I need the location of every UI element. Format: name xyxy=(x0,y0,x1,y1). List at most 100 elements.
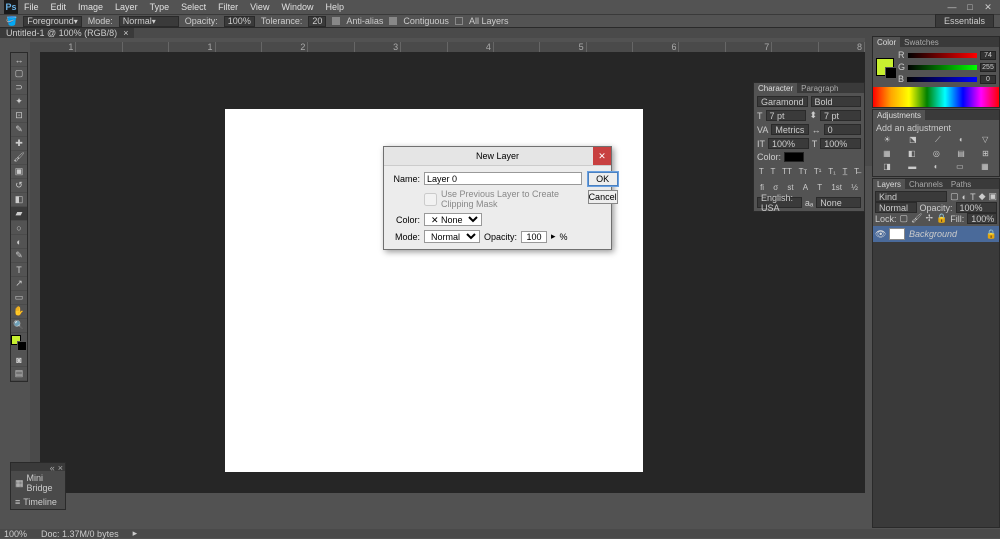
adj-map-icon[interactable]: ▭ xyxy=(956,162,964,171)
timeline-tab[interactable]: ≡Timeline xyxy=(11,495,65,509)
italic-icon[interactable]: T xyxy=(770,167,775,176)
bucket-icon[interactable]: 🪣 xyxy=(6,16,17,27)
color-swatches[interactable] xyxy=(11,335,27,351)
lock-pixels-icon[interactable]: 🖌 xyxy=(911,213,922,224)
tracking-dropdown[interactable]: 0 xyxy=(824,124,861,135)
sub-icon[interactable]: T₁ xyxy=(828,167,836,176)
adj-invert-icon[interactable]: ◨ xyxy=(883,162,891,171)
adj-brightness-icon[interactable]: ☀ xyxy=(884,135,891,145)
zoom-level[interactable]: 100% xyxy=(4,529,27,539)
layer-opacity-input[interactable] xyxy=(521,231,547,243)
move-tool[interactable]: ↔ xyxy=(11,53,27,67)
menu-filter[interactable]: Filter xyxy=(218,2,238,12)
screenmode-tool[interactable]: ▤ xyxy=(11,367,27,381)
panel-collapse-icon[interactable]: « xyxy=(50,463,55,471)
cancel-button[interactable]: Cancel xyxy=(588,190,618,204)
filter-smart-icon[interactable]: ▣ xyxy=(988,191,997,202)
brush-tool[interactable]: 🖌 xyxy=(11,151,27,165)
pen-tool[interactable]: ✎ xyxy=(11,249,27,263)
bold-icon[interactable]: T xyxy=(759,167,764,176)
tab-paragraph[interactable]: Paragraph xyxy=(797,83,842,93)
filter-type-icon[interactable]: T xyxy=(970,192,976,202)
adj-poster-icon[interactable]: ▬ xyxy=(908,162,916,171)
filter-img-icon[interactable]: ▢ xyxy=(950,191,959,202)
super-icon[interactable]: T¹ xyxy=(814,167,822,176)
adj-vibrance-icon[interactable]: ▽ xyxy=(982,135,988,145)
type-tool[interactable]: T xyxy=(11,263,27,277)
bg-swatch[interactable] xyxy=(885,67,897,79)
mini-bridge-tab[interactable]: ▦Mini Bridge xyxy=(11,471,65,495)
hand-tool[interactable]: ✋ xyxy=(11,305,27,319)
ok-button[interactable]: OK xyxy=(588,172,618,186)
fill-source-dropdown[interactable]: Foreground ▾ xyxy=(23,16,82,27)
shape-tool[interactable]: ▭ xyxy=(11,291,27,305)
g-value[interactable]: 255 xyxy=(980,63,996,72)
history-brush-tool[interactable]: ↺ xyxy=(11,179,27,193)
aa-dropdown[interactable]: None xyxy=(816,197,861,208)
layer-color-dropdown[interactable]: ✕ None xyxy=(424,213,482,226)
kerning-dropdown[interactable]: Metrics xyxy=(771,124,808,135)
adj-curves-icon[interactable]: ⟋ xyxy=(935,135,941,145)
path-tool[interactable]: ↗ xyxy=(11,277,27,291)
doc-info-arrow[interactable]: ▸ xyxy=(133,528,138,539)
canvas-area[interactable] xyxy=(40,52,865,493)
menu-help[interactable]: Help xyxy=(325,2,344,12)
tolerance-field[interactable]: 20 xyxy=(308,16,326,27)
layer-row[interactable]: 👁 Background 🔒 xyxy=(873,226,999,242)
eyedropper-tool[interactable]: ✎ xyxy=(11,123,27,137)
leading-dropdown[interactable]: 7 pt xyxy=(820,110,861,121)
layer-lock-icon[interactable]: 🔒 xyxy=(986,229,997,240)
lock-all-icon[interactable]: 🔒 xyxy=(936,213,947,224)
layer-thumbnail[interactable] xyxy=(889,228,905,240)
visibility-icon[interactable]: 👁 xyxy=(875,229,885,240)
underline-icon[interactable]: T̲ xyxy=(843,167,848,176)
collapsed-panel-strip[interactable] xyxy=(865,36,872,166)
menu-select[interactable]: Select xyxy=(181,2,206,12)
opacity-stepper[interactable]: ▸ xyxy=(551,231,556,242)
b-slider[interactable] xyxy=(907,77,977,82)
adj-select-icon[interactable]: ▦ xyxy=(981,162,989,171)
tab-character[interactable]: Character xyxy=(754,83,797,93)
maximize-icon[interactable]: □ xyxy=(964,2,976,13)
tab-paths[interactable]: Paths xyxy=(947,179,975,189)
stamp-tool[interactable]: ▣ xyxy=(11,165,27,179)
char-color-swatch[interactable] xyxy=(784,152,804,162)
menu-view[interactable]: View xyxy=(250,2,269,12)
menu-image[interactable]: Image xyxy=(78,2,103,12)
menu-layer[interactable]: Layer xyxy=(115,2,138,12)
zoom-tool[interactable]: 🔍 xyxy=(11,319,27,333)
blend-mode-dropdown[interactable]: Normal xyxy=(875,202,917,213)
tab-channels[interactable]: Channels xyxy=(905,179,947,189)
tab-adjustments[interactable]: Adjustments xyxy=(873,110,925,120)
crop-tool[interactable]: ⊡ xyxy=(11,109,27,123)
menu-window[interactable]: Window xyxy=(281,2,313,12)
tab-color[interactable]: Color xyxy=(873,37,900,47)
layer-opacity-field[interactable]: 100% xyxy=(956,202,998,213)
color-ramp[interactable] xyxy=(873,87,999,107)
tab-layers[interactable]: Layers xyxy=(873,179,905,189)
alllayers-checkbox[interactable] xyxy=(455,17,463,25)
lock-pos-icon[interactable]: ✢ xyxy=(925,213,933,224)
adj-levels-icon[interactable]: ⬔ xyxy=(909,135,917,145)
close-icon[interactable]: ✕ xyxy=(982,2,994,13)
adj-mixer-icon[interactable]: ▤ xyxy=(957,149,965,158)
hscale-field[interactable]: 100% xyxy=(820,138,861,149)
workspace-switcher[interactable]: Essentials xyxy=(935,14,994,28)
layer-name[interactable]: Background xyxy=(909,229,957,239)
tab-swatches[interactable]: Swatches xyxy=(900,37,943,47)
adj-bw-icon[interactable]: ◧ xyxy=(908,149,916,158)
doc-info[interactable]: Doc: 1.37M/0 bytes xyxy=(41,529,119,539)
menu-edit[interactable]: Edit xyxy=(51,2,67,12)
antialias-checkbox[interactable] xyxy=(332,17,340,25)
strike-icon[interactable]: T̶ xyxy=(854,167,859,176)
fg-swatch[interactable] xyxy=(876,58,894,76)
heal-tool[interactable]: ✚ xyxy=(11,137,27,151)
adj-lookup-icon[interactable]: ⊞ xyxy=(982,149,989,158)
quickmask-tool[interactable]: ◙ xyxy=(11,353,27,367)
font-family-dropdown[interactable]: Garamond xyxy=(757,96,808,107)
marquee-tool[interactable]: ▢ xyxy=(11,67,27,81)
panel-close-icon[interactable]: × xyxy=(58,463,63,471)
caps-icon[interactable]: TT xyxy=(782,167,792,176)
filter-shape-icon[interactable]: ◆ xyxy=(979,191,986,202)
minimize-icon[interactable]: — xyxy=(946,2,958,13)
